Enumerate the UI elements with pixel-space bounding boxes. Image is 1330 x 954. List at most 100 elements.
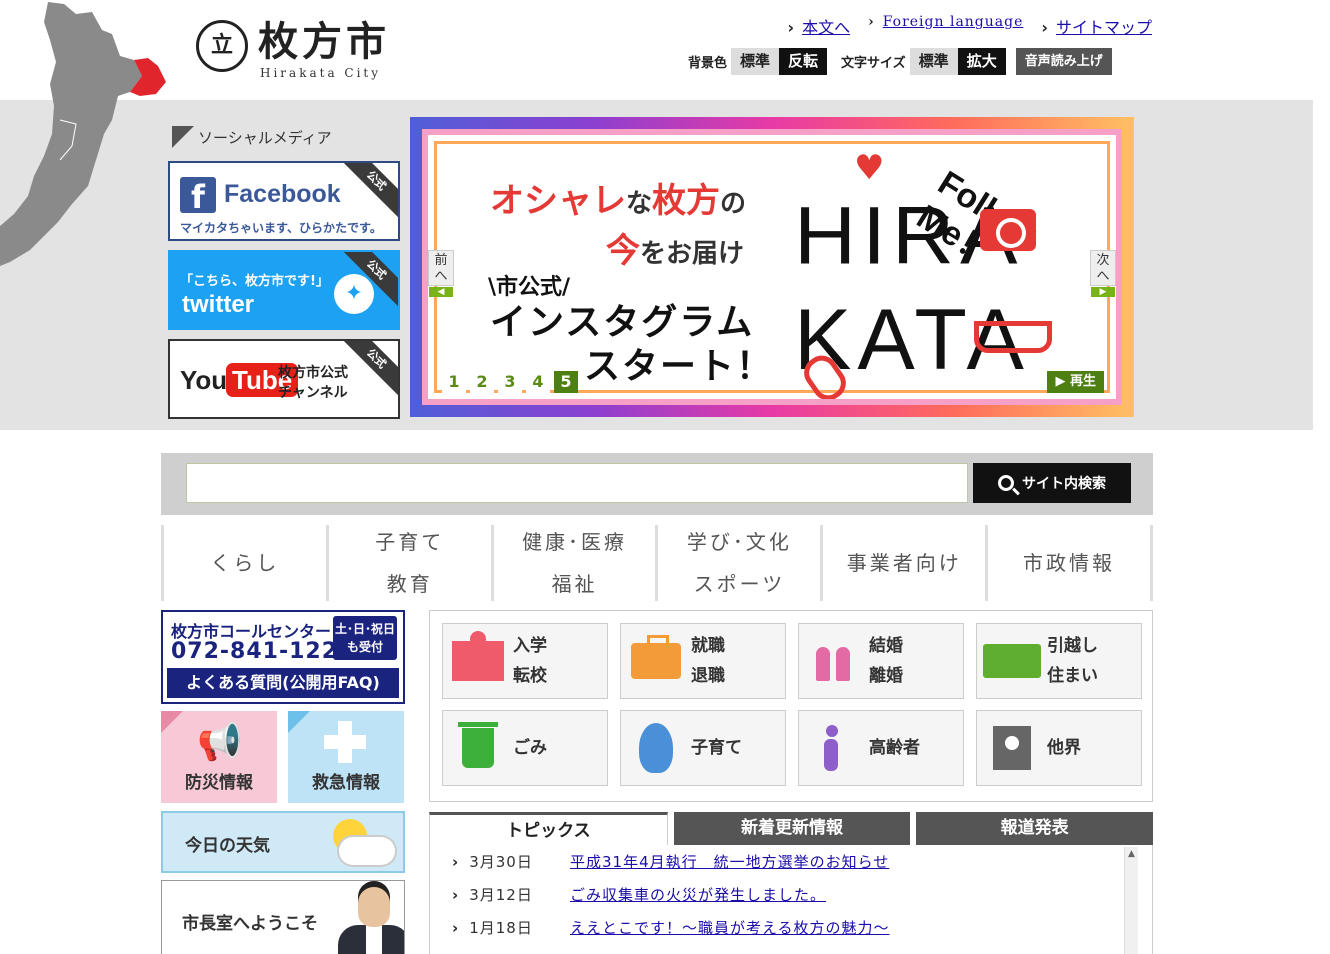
bg-normal-button[interactable]: 標準 bbox=[731, 48, 780, 75]
call-center-badge: 土･日･祝日 も受付 bbox=[333, 616, 397, 660]
global-nav: くらし 子育て 教育 健康･医療 福祉 学び･文化 スポーツ 事業者向け 市政情報 bbox=[161, 525, 1153, 601]
heading-triangle-icon bbox=[172, 126, 194, 148]
carousel-slide[interactable]: オシャレな枚方の 今をお届け \市公式/ インスタグラム スタート！ ♥ HIR… bbox=[422, 129, 1122, 405]
banner-official-label: \市公式/ bbox=[488, 275, 571, 300]
emergency-info-tile[interactable]: 救急情報 bbox=[288, 711, 404, 803]
banner-start-text: スタート！ bbox=[584, 346, 775, 387]
carousel-prev-button[interactable]: 前へ ◀ bbox=[428, 250, 454, 297]
arrow-right-icon: ▶ bbox=[1091, 287, 1115, 297]
call-center-phone: 072-841-1221 bbox=[171, 639, 355, 664]
font-size-label: 文字サイズ bbox=[841, 56, 906, 71]
weather-banner[interactable]: 今日の天気 bbox=[161, 811, 405, 873]
list-item: 3月12日 ごみ収集車の火災が発生しました。 bbox=[452, 884, 826, 905]
megaphone-icon: 📢 bbox=[197, 722, 242, 763]
arrow-left-icon: ◀ bbox=[429, 287, 453, 297]
banner-instagram-text: インスタグラム bbox=[490, 302, 755, 343]
life-job[interactable]: 就職 退職 bbox=[620, 623, 786, 699]
youtube-banner[interactable]: You Tube 枚方市公式 チャンネル 公式 bbox=[168, 339, 400, 419]
tab-new-updates[interactable]: 新着更新情報 bbox=[673, 812, 911, 845]
read-aloud-button[interactable]: 音声読み上げ bbox=[1015, 48, 1112, 75]
life-garbage[interactable]: ごみ bbox=[442, 710, 608, 786]
tab-topics[interactable]: トピックス bbox=[429, 812, 668, 845]
nav-kosodate-kyoiku[interactable]: 子育て 教育 bbox=[325, 525, 491, 601]
bg-color-label: 背景色 bbox=[688, 56, 728, 71]
news-date: 3月12日 bbox=[452, 884, 570, 905]
nav-kenko-fukushi[interactable]: 健康･医療 福祉 bbox=[490, 525, 656, 601]
weather-label: 今日の天気 bbox=[185, 836, 270, 856]
nav-manabi-sports[interactable]: 学び･文化 スポーツ bbox=[655, 525, 820, 601]
youtube-logo-you: You bbox=[180, 365, 228, 395]
osaka-map[interactable] bbox=[0, 0, 170, 270]
social-heading-text: ソーシャルメディア bbox=[198, 128, 332, 147]
disaster-info-tile[interactable]: 📢 防災情報 bbox=[161, 711, 277, 803]
facebook-title: Facebook bbox=[224, 180, 341, 208]
life-childcare[interactable]: 子育て bbox=[620, 710, 786, 786]
pager-3[interactable]: 3 bbox=[498, 371, 522, 393]
nav-kurashi[interactable]: くらし bbox=[161, 525, 326, 601]
official-badge: 公式 bbox=[333, 163, 398, 224]
banner-headline-1: オシャレな枚方の bbox=[490, 181, 747, 221]
life-school[interactable]: 入学 転校 bbox=[442, 623, 608, 699]
camera-icon bbox=[980, 209, 1036, 251]
pager-4[interactable]: 4 bbox=[526, 371, 550, 393]
main-carousel[interactable]: オシャレな枚方の 今をお届け \市公式/ インスタグラム スタート！ ♥ HIR… bbox=[410, 117, 1134, 417]
search-button[interactable]: サイト内検索 bbox=[973, 463, 1131, 503]
cloud-icon bbox=[339, 837, 395, 865]
heart-icon: ♥ bbox=[854, 148, 885, 188]
pager-1[interactable]: 1 bbox=[442, 371, 466, 393]
faq-link[interactable]: よくある質問(公開用FAQ) bbox=[167, 668, 399, 698]
twitter-subtitle: 「こちら、枚方市です!」 bbox=[180, 274, 329, 289]
search-input[interactable] bbox=[186, 463, 968, 503]
facebook-banner[interactable]: f Facebook マイカタちゃいます、ひらかたです。 公式 bbox=[168, 161, 400, 241]
news-date: 1月18日 bbox=[452, 917, 570, 938]
site-logo[interactable]: 立 枚方市 Hirakata City bbox=[196, 19, 396, 82]
banner-headline-2: 今をお届け bbox=[606, 231, 745, 271]
truck-icon bbox=[983, 644, 1041, 678]
logo-mark: 立 bbox=[196, 20, 248, 72]
life-bereavement[interactable]: 他界 bbox=[976, 710, 1142, 786]
mayor-label: 市長室へようこそ bbox=[182, 914, 318, 934]
medical-cross-icon bbox=[324, 721, 366, 763]
bg-invert-button[interactable]: 反転 bbox=[779, 48, 828, 75]
life-events-panel: 入学 転校 就職 退職 結婚 離婚 引越し 住まい ごみ 子育て 高齢者 他界 bbox=[429, 610, 1153, 802]
carousel-next-button[interactable]: 次へ ▶ bbox=[1090, 250, 1116, 297]
facebook-subtitle: マイカタちゃいます、ひらかたです。 bbox=[180, 221, 382, 235]
call-center-banner[interactable]: 枚方市コールセンター 072-841-1221 土･日･祝日 も受付 よくある質問… bbox=[161, 610, 405, 704]
facebook-icon: f bbox=[180, 177, 216, 216]
news-scrollbar[interactable]: ▲ bbox=[1124, 847, 1138, 954]
life-marriage[interactable]: 結婚 離婚 bbox=[798, 623, 964, 699]
life-moving[interactable]: 引越し 住まい bbox=[976, 623, 1142, 699]
foreign-language-link[interactable]: Foreign language bbox=[868, 14, 1023, 38]
pager-5[interactable]: 5 bbox=[554, 371, 578, 393]
mayor-banner[interactable]: 市長室へようこそ bbox=[161, 880, 405, 954]
briefcase-icon bbox=[631, 635, 681, 679]
tab-press-releases[interactable]: 報道発表 bbox=[916, 812, 1154, 845]
font-normal-button[interactable]: 標準 bbox=[909, 48, 958, 75]
pager-2[interactable]: 2 bbox=[470, 371, 494, 393]
news-link[interactable]: ごみ収集車の火災が発生しました。 bbox=[570, 884, 826, 905]
disaster-info-label: 防災情報 bbox=[185, 773, 253, 793]
news-list: 3月30日 平成31年4月執行 統一地方選挙のお知らせ 3月12日 ごみ収集車の… bbox=[429, 845, 1153, 954]
news-link[interactable]: 平成31年4月執行 統一地方選挙のお知らせ bbox=[570, 851, 889, 872]
list-item: 1月18日 ええとこです！～職員が考える枚方の魅力～ bbox=[452, 917, 890, 938]
news-tabs: トピックス 新着更新情報 報道発表 bbox=[429, 812, 1154, 845]
carousel-play-button[interactable]: ▶ 再生 bbox=[1047, 371, 1104, 393]
youtube-caption: 枚方市公式 チャンネル bbox=[278, 363, 348, 403]
logo-name: 枚方市 bbox=[258, 19, 390, 65]
life-elderly[interactable]: 高齢者 bbox=[798, 710, 964, 786]
scroll-up-icon[interactable]: ▲ bbox=[1125, 847, 1138, 861]
nav-business[interactable]: 事業者向け bbox=[820, 525, 985, 601]
search-icon bbox=[998, 475, 1014, 491]
news-link[interactable]: ええとこです！～職員が考える枚方の魅力～ bbox=[570, 917, 890, 938]
twitter-banner[interactable]: 「こちら、枚方市です!」 twitter ✦ 公式 bbox=[168, 250, 400, 330]
sitemap-link[interactable]: サイトマップ bbox=[1041, 14, 1152, 38]
baby-icon bbox=[639, 723, 673, 773]
nav-city-info[interactable]: 市政情報 bbox=[985, 525, 1153, 601]
portrait-icon bbox=[993, 726, 1031, 770]
twitter-bird-icon: ✦ bbox=[334, 274, 374, 314]
glasses-icon bbox=[974, 321, 1052, 353]
elder-icon bbox=[820, 725, 848, 771]
social-media-heading: ソーシャルメディア bbox=[172, 126, 332, 148]
skip-to-content-link[interactable]: 本文へ bbox=[787, 14, 850, 38]
font-large-button[interactable]: 拡大 bbox=[957, 48, 1006, 75]
